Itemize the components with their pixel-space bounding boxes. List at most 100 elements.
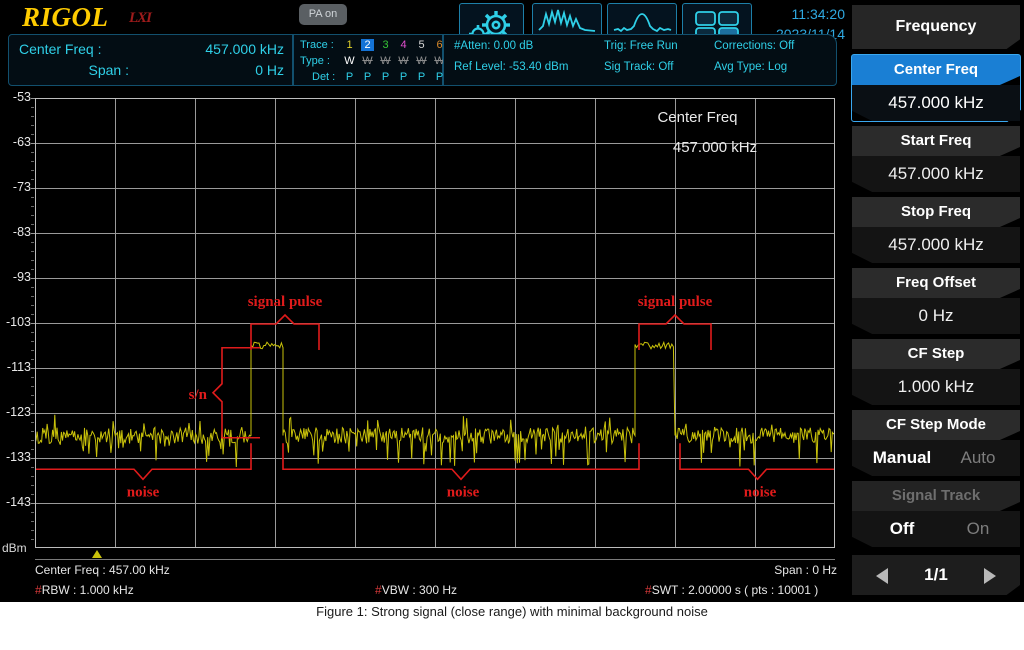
y-minor-tick <box>31 521 34 522</box>
y-minor-tick <box>31 215 34 216</box>
snr-label: s/n <box>189 387 208 403</box>
y-minor-tick <box>31 107 34 108</box>
atten-readout: #Atten: 0.00 dB <box>454 40 533 52</box>
trace-det-1[interactable]: P <box>343 71 356 83</box>
lxi-logo: LXI <box>129 10 151 27</box>
toggle-option-active[interactable]: Manual <box>858 440 946 476</box>
status-vbw: VBW : 300 Hz <box>382 583 457 597</box>
status-center-freq: Center Freq : 457.00 kHz <box>35 563 170 577</box>
y-tick-label: -133 <box>0 450 31 464</box>
noise-label-right: noise <box>744 484 777 500</box>
menu-item-value[interactable]: 457.000 kHz <box>852 156 1020 192</box>
y-minor-tick <box>31 350 34 351</box>
swt-hash: # <box>645 583 652 597</box>
trace-panel: Trace : Type : Det : 123456WWWWWWPPPPPP <box>293 34 443 86</box>
plot-center-freq-title: Center Freq <box>600 109 795 126</box>
signal-pulse-label-left: signal pulse <box>248 294 323 310</box>
menu-item-start-freq[interactable]: Start Freq457.000 kHz <box>852 126 1020 192</box>
y-axis-unit: dBm <box>2 541 27 555</box>
menu-item-label: Freq Offset <box>852 268 1020 298</box>
spectrum-plot[interactable]: signal pulsesignal pulses/nnoisenoisenoi… <box>35 98 835 548</box>
menu-item-label: Stop Freq <box>852 197 1020 227</box>
toggle-option-inactive[interactable]: Auto <box>942 440 1014 476</box>
y-tick-label: -83 <box>0 225 31 239</box>
y-minor-tick <box>31 494 34 495</box>
y-minor-tick <box>31 206 34 207</box>
status-span: Span : 0 Hz <box>774 563 837 577</box>
pager-next-icon[interactable] <box>984 568 996 584</box>
trace-number-3[interactable]: 3 <box>379 39 392 51</box>
y-minor-tick <box>31 440 34 441</box>
menu-item-freq-offset[interactable]: Freq Offset0 Hz <box>852 268 1020 334</box>
trace-type-4[interactable]: W <box>397 55 410 67</box>
trace-number-1[interactable]: 1 <box>343 39 356 51</box>
trace-det-3[interactable]: P <box>379 71 392 83</box>
y-minor-tick <box>31 404 34 405</box>
y-minor-tick <box>31 242 34 243</box>
y-minor-tick <box>31 287 34 288</box>
status-rbw: RBW : 1.000 kHz <box>42 583 134 597</box>
menu-item-value[interactable]: 457.000 kHz <box>852 227 1020 263</box>
trace-det-5[interactable]: P <box>415 71 428 83</box>
vbw-hash: # <box>375 583 382 597</box>
plot-center-freq-value: 457.000 kHz <box>600 139 830 156</box>
menu-item-stop-freq[interactable]: Stop Freq457.000 kHz <box>852 197 1020 263</box>
trace-type-1[interactable]: W <box>343 55 356 67</box>
y-minor-tick <box>31 305 34 306</box>
y-tick-label: -73 <box>0 180 31 194</box>
menu-selection-highlight <box>851 54 1021 122</box>
trace-type-5[interactable]: W <box>415 55 428 67</box>
y-minor-tick <box>31 224 34 225</box>
y-tick-label: -53 <box>0 90 31 104</box>
corrections-readout: Corrections: Off <box>714 40 794 52</box>
y-minor-tick <box>31 386 34 387</box>
freq-param-panel: Center Freq : 457.000 kHz Span : 0 Hz <box>8 34 293 86</box>
signal-pulse-bracket-right <box>639 315 711 350</box>
type-label: Type : <box>300 55 330 67</box>
menu-item-value[interactable]: 1.000 kHz <box>852 369 1020 405</box>
status-swt: SWT : 2.00000 s ( pts : 10001 ) <box>652 583 819 597</box>
toggle-option-inactive[interactable]: On <box>942 511 1014 547</box>
trace-number-4[interactable]: 4 <box>397 39 410 51</box>
trace-det-2[interactable]: P <box>361 71 374 83</box>
span-label: Span : <box>19 62 129 78</box>
trace-type-2[interactable]: W <box>361 55 374 67</box>
y-minor-tick <box>31 116 34 117</box>
y-minor-tick <box>31 296 34 297</box>
trace-number-2[interactable]: 2 <box>361 39 374 51</box>
y-minor-tick <box>31 449 34 450</box>
pa-on-button[interactable]: PA on <box>299 4 347 25</box>
menu-item-signal-track[interactable]: Signal TrackOffOn <box>852 481 1020 547</box>
menu-item-cf-step-mode[interactable]: CF Step ModeManualAuto <box>852 410 1020 476</box>
menu-item-value[interactable]: 0 Hz <box>852 298 1020 334</box>
noise-bracket-left <box>35 443 251 479</box>
trace-number-5[interactable]: 5 <box>415 39 428 51</box>
y-minor-tick <box>31 260 34 261</box>
menu-pager[interactable]: 1/1 <box>852 555 1020 595</box>
instrument-screen: RIGOL LXI PA on <box>0 0 1024 602</box>
span-value: 0 Hz <box>129 62 284 78</box>
trig-readout: Trig: Free Run <box>604 40 678 52</box>
y-minor-tick <box>31 134 34 135</box>
y-minor-tick <box>31 422 34 423</box>
y-tick-label: -113 <box>0 360 31 374</box>
menu-item-toggle[interactable]: ManualAuto <box>852 440 1020 476</box>
status-row-1: Center Freq : 457.00 kHz Span : 0 Hz <box>0 563 845 579</box>
y-minor-tick <box>31 251 34 252</box>
center-freq-label: Center Freq : <box>19 41 101 57</box>
signal-pulse-bracket-left <box>251 315 319 350</box>
menu-item-cf-step[interactable]: CF Step1.000 kHz <box>852 339 1020 405</box>
status-divider <box>35 559 835 560</box>
trace-type-3[interactable]: W <box>379 55 392 67</box>
header-bar: RIGOL LXI PA on <box>0 0 845 34</box>
menu-item-toggle[interactable]: OffOn <box>852 511 1020 547</box>
figure-caption: Figure 1: Strong signal (close range) wi… <box>0 604 1024 619</box>
center-marker-icon <box>92 550 102 558</box>
trace-det-4[interactable]: P <box>397 71 410 83</box>
y-tick-label: -103 <box>0 315 31 329</box>
y-minor-tick <box>31 530 34 531</box>
avg-type-readout: Avg Type: Log <box>714 61 787 73</box>
toggle-option-active[interactable]: Off <box>858 511 946 547</box>
settings-panel: #Atten: 0.00 dB Ref Level: -53.40 dBm Tr… <box>443 34 837 86</box>
y-minor-tick <box>31 197 34 198</box>
